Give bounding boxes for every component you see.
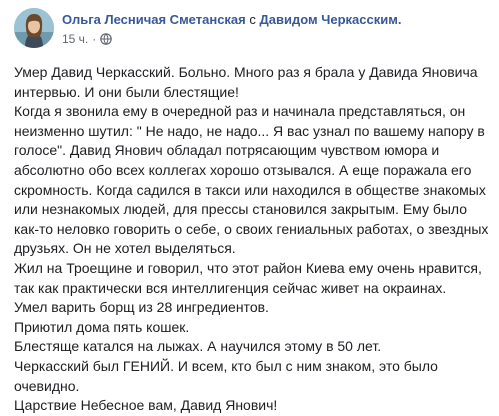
- meta-separator: ·: [92, 32, 97, 46]
- post-paragraph: Умер Давид Черкасский. Больно. Много раз…: [14, 64, 482, 100]
- author-avatar[interactable]: [14, 8, 54, 48]
- post-paragraph: Черкасский был ГЕНИЙ. И всем, кто был с …: [14, 357, 442, 394]
- post-timestamp[interactable]: 15 ч.: [62, 32, 88, 46]
- author-name-link[interactable]: Ольга Лесничая Сметанская: [62, 12, 246, 27]
- post-body: Умер Давид Черкасский. Больно. Много раз…: [14, 63, 492, 416]
- post-meta: 15 ч. ·: [62, 32, 113, 46]
- post-paragraph: Приютил дома пять кошек.: [14, 318, 190, 335]
- post-paragraph: Когда я звонила ему в очередной раз и на…: [14, 103, 493, 257]
- post-paragraph: Блестяще катался на лыжах. А научился эт…: [14, 338, 382, 355]
- post-paragraph: Жил на Троещине и говорил, что этот райо…: [14, 259, 486, 296]
- post-paragraph: Умел варить борщ из 28 ингредиентов.: [14, 299, 269, 316]
- tagged-person-link[interactable]: Давидом Черкасским.: [260, 12, 402, 27]
- post-header: Ольга Лесничая Сметанская с Давидом Черк…: [62, 12, 401, 28]
- facebook-post: Ольга Лесничая Сметанская с Давидом Черк…: [0, 0, 499, 413]
- with-word: с: [249, 12, 256, 27]
- avatar-photo: [14, 8, 54, 48]
- globe-icon[interactable]: [100, 33, 113, 45]
